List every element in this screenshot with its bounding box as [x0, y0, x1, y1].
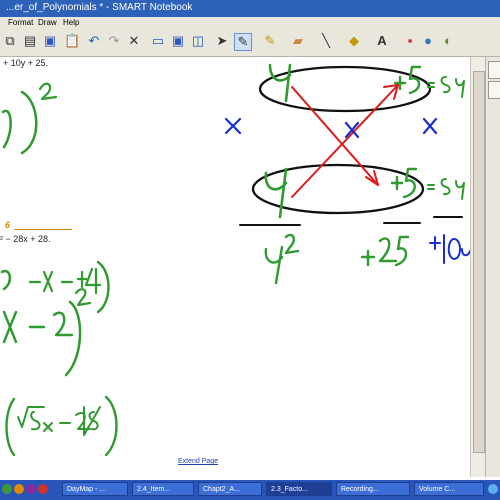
ink-layer — [0, 63, 470, 457]
taskbar-item-2-3[interactable]: 2.3_Facto... — [266, 482, 332, 496]
taskbar-item-2-4[interactable]: 2.4_Item... — [132, 482, 194, 496]
toolbar: ⧉ ▤ ▣ 📋 ↶ ↷ ✕ ▭ ▣ ◫ ➤ ✎ ✎ ▰ ╲ ◆ A ▪ ● ◐ — [0, 28, 500, 57]
ink-left-square-2 — [74, 288, 92, 307]
menu-draw[interactable]: Draw — [38, 17, 57, 28]
fill-icon[interactable]: ◆ — [346, 33, 362, 49]
taskbar-item-volume[interactable]: Volume C... — [414, 482, 484, 496]
taskbar-item-recording[interactable]: Recording... — [336, 482, 410, 496]
document-icon[interactable]: ▤ — [22, 33, 38, 49]
dual-page-icon[interactable]: ◫ — [190, 33, 206, 49]
ink-left-root-expression — [17, 406, 101, 436]
gallery-tab[interactable] — [488, 81, 500, 99]
menu-format[interactable]: Format — [8, 17, 33, 28]
page-sorter-tab[interactable] — [488, 61, 500, 79]
window-title: ...er_of_Polynomials * - SMART Notebook — [6, 2, 193, 13]
ink-blue-x-1 — [224, 117, 242, 135]
quicklaunch-icon-1[interactable] — [14, 484, 24, 494]
ink-left-5 — [1, 109, 12, 149]
ink-left-paren-2 — [96, 260, 110, 314]
ink-result-y2 — [264, 233, 300, 285]
globe-icon[interactable]: ● — [420, 33, 436, 49]
ink-arrow-down — [291, 86, 379, 186]
taskbar: DayMap - ... 2.4_Item... Chapt2_A... 2.3… — [0, 480, 500, 500]
title-bar: ...er_of_Polynomials * - SMART Notebook — [0, 0, 500, 17]
paste-icon[interactable]: 📋 — [64, 33, 80, 49]
extend-page-link[interactable]: Extend Page — [178, 458, 218, 465]
ink-box-top — [258, 65, 432, 113]
ink-left-paren-4 — [5, 397, 16, 457]
screen-shade-icon[interactable]: ▭ — [150, 33, 166, 49]
ink-left-x-2 — [2, 310, 74, 344]
vertical-scrollbar[interactable] — [470, 57, 485, 477]
ink-left-paren-3 — [64, 300, 82, 377]
scrollbar-thumb[interactable] — [473, 71, 485, 453]
eraser-icon[interactable]: ▰ — [290, 33, 306, 49]
ink-bottom-eq-5y — [427, 178, 465, 200]
start-icon[interactable] — [2, 484, 12, 494]
ink-left-paren-open — [0, 269, 12, 291]
tray-icon[interactable] — [488, 484, 498, 494]
taskbar-item-daymap[interactable]: DayMap - ... — [62, 482, 128, 496]
properties-icon[interactable]: ▪ — [402, 33, 418, 49]
save-icon[interactable]: ▣ — [42, 33, 58, 49]
delete-icon[interactable]: ✕ — [126, 33, 142, 49]
text-icon[interactable]: A — [374, 33, 390, 49]
menu-help[interactable]: Help — [63, 17, 79, 28]
more-icon[interactable]: ◐ — [440, 33, 456, 49]
full-screen-icon[interactable]: ▣ — [170, 33, 186, 49]
quicklaunch-icon-2[interactable] — [26, 484, 36, 494]
quicklaunch-icon-3[interactable] — [38, 484, 48, 494]
ink-left-4x4 — [28, 267, 102, 295]
ink-top-y — [268, 63, 292, 103]
ink-result-plus10y — [429, 234, 470, 264]
ink-top-eq-5y — [427, 76, 465, 98]
ink-left-paren-5 — [104, 395, 118, 457]
side-tabs — [485, 57, 500, 477]
redo-icon[interactable]: ↷ — [106, 33, 122, 49]
undo-icon[interactable]: ↶ — [86, 33, 102, 49]
menu-bar: Format Draw Help — [0, 17, 500, 28]
ink-arrow-up — [291, 84, 399, 198]
pen-icon[interactable]: ✎ — [234, 33, 252, 51]
taskbar-item-chapt2[interactable]: Chapt2_A... — [198, 482, 262, 496]
ink-left-square-1 — [38, 82, 58, 101]
ink-blue-x-3 — [422, 117, 438, 135]
copy-icon[interactable]: ⧉ — [2, 33, 18, 49]
highlighter-icon[interactable]: ✎ — [262, 33, 278, 49]
ink-result-plus25 — [360, 235, 410, 267]
select-icon[interactable]: ➤ — [214, 33, 230, 49]
notebook-page[interactable]: + 10y + 25. 6 ² − 28x + 28. Extend Page — [0, 57, 470, 477]
ink-left-paren-1 — [20, 90, 38, 155]
line-icon[interactable]: ╲ — [318, 33, 334, 49]
